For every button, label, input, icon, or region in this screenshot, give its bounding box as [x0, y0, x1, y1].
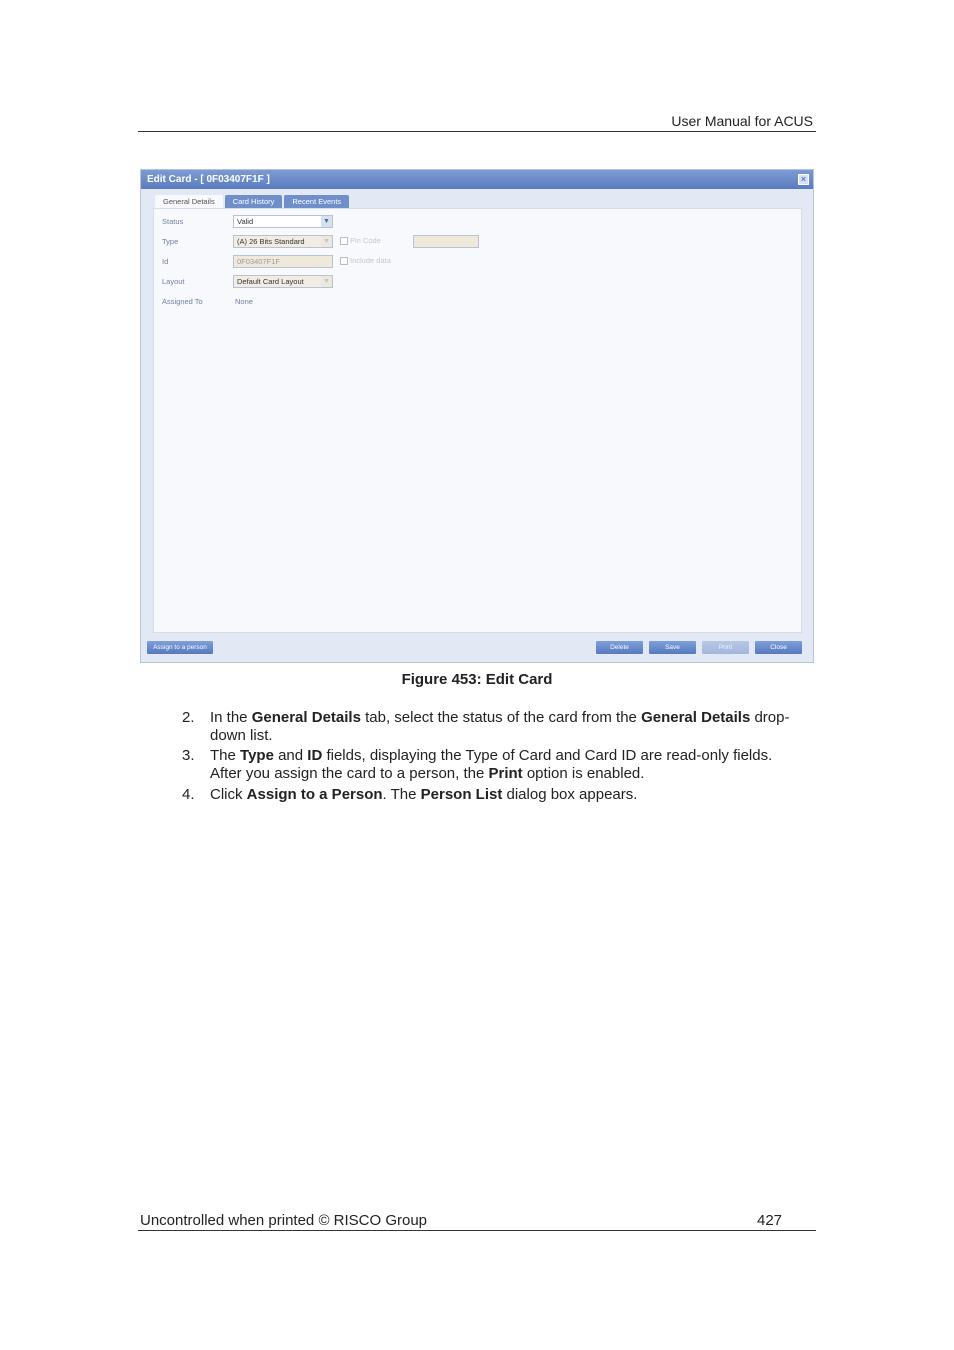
page-number: 427: [757, 1212, 783, 1229]
chevron-down-icon: ▼: [321, 216, 332, 227]
type-value: (A) 26 Bits Standard: [237, 237, 305, 246]
chevron-down-icon: ▼: [321, 276, 332, 287]
footer-text: Uncontrolled when printed © RISCO Group: [140, 1212, 428, 1229]
tab-card-history[interactable]: Card History: [224, 195, 283, 208]
layout-value: Default Card Layout: [237, 277, 304, 286]
dialog-titlebar: Edit Card - [ 0F03407F1F ]: [141, 170, 813, 189]
assign-to-person-button[interactable]: Assign to a person: [147, 641, 213, 654]
edit-card-dialog: Edit Card - [ 0F03407F1F ] × General Det…: [140, 169, 814, 663]
chevron-down-icon: ▼: [321, 236, 332, 247]
include-data-label: Include data: [350, 256, 391, 265]
assigned-to-value: None: [235, 297, 253, 306]
figure-caption: Figure 453: Edit Card: [401, 671, 553, 688]
status-value: Valid: [237, 217, 254, 226]
tab-recent-events[interactable]: Recent Events: [284, 195, 350, 208]
step-number: 2.: [182, 709, 195, 726]
pin-code-checkbox[interactable]: [340, 237, 348, 245]
running-header: User Manual for ACUS: [671, 113, 813, 129]
dialog-title: Edit Card - [ 0F03407F1F ]: [147, 174, 270, 185]
close-button[interactable]: Close: [755, 641, 802, 654]
delete-button[interactable]: Delete: [596, 641, 643, 654]
footer-rule: [138, 1230, 816, 1231]
status-label: Status: [162, 217, 184, 226]
status-dropdown[interactable]: Valid ▼: [233, 215, 333, 228]
assigned-to-label: Assigned To: [162, 297, 203, 306]
step-text: The Type and ID fields, displaying the T…: [210, 747, 773, 782]
tab-general-details[interactable]: General Details: [155, 195, 223, 208]
print-button[interactable]: Print: [702, 641, 749, 654]
layout-dropdown[interactable]: Default Card Layout ▼: [233, 275, 333, 288]
tab-strip: General Details Card History Recent Even…: [155, 195, 350, 208]
step-number: 4.: [182, 786, 195, 803]
type-label: Type: [162, 237, 179, 246]
step-number: 3.: [182, 747, 195, 764]
include-data-checkbox[interactable]: [340, 257, 348, 265]
step-text: In the General Details tab, select the s…: [210, 709, 790, 744]
save-button[interactable]: Save: [649, 641, 696, 654]
close-icon[interactable]: ×: [798, 174, 809, 185]
dialog-button-bar: Assign to a person Delete Save Print Clo…: [141, 633, 813, 662]
id-label: Id: [162, 257, 169, 266]
pin-code-input: [413, 235, 479, 248]
header-rule: [138, 131, 816, 132]
layout-label: Layout: [162, 277, 185, 286]
step-text: Click Assign to a Person. The Person Lis…: [210, 786, 638, 803]
id-field: 0F03407F1F: [233, 255, 333, 268]
id-value: 0F03407F1F: [237, 257, 280, 266]
pin-code-label: Pin Code: [350, 236, 381, 245]
general-details-panel: Status Valid ▼ Type (A) 26 Bits Standard…: [153, 208, 802, 633]
type-field: (A) 26 Bits Standard ▼: [233, 235, 333, 248]
